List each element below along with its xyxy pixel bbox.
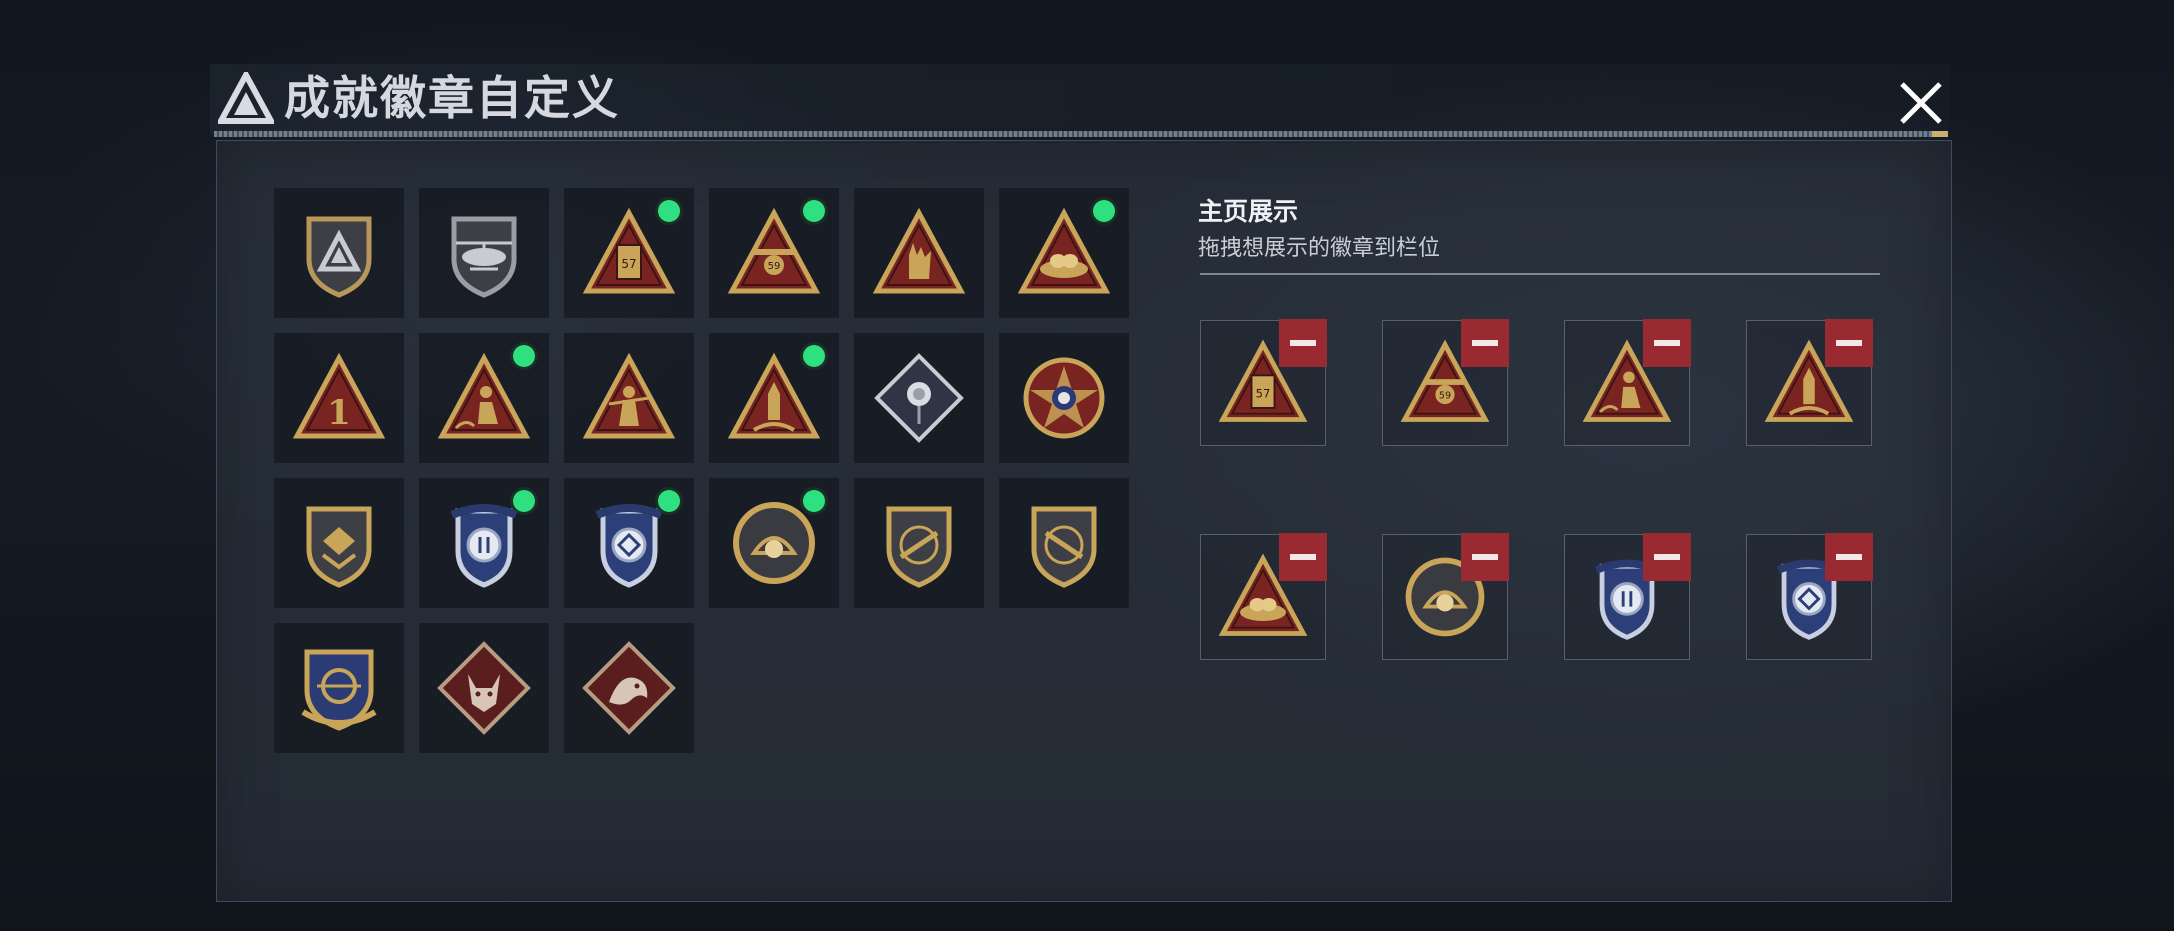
new-indicator-dot: [513, 490, 535, 512]
svg-text:1: 1: [327, 393, 351, 433]
badge-cell[interactable]: [419, 623, 549, 753]
showcase-slot[interactable]: [1382, 533, 1509, 660]
badge-cell[interactable]: [709, 478, 839, 608]
header-divider-accent: [1932, 131, 1948, 137]
new-indicator-dot: [803, 490, 825, 512]
wolf-diamond-badge-icon: [437, 641, 531, 735]
showcase-slot[interactable]: [1564, 319, 1691, 446]
hand-sign-badge-icon: [872, 207, 966, 294]
minus-icon[interactable]: [1643, 319, 1691, 367]
showcase-slot[interactable]: 59: [1382, 319, 1509, 446]
badge-cell[interactable]: [274, 623, 404, 753]
chevron-shield-badge-icon: [306, 506, 372, 588]
showcase-title: 主页展示: [1198, 197, 1299, 226]
svg-text:57: 57: [621, 257, 636, 271]
dragon-diamond-badge-icon: [582, 641, 676, 735]
close-icon[interactable]: [1890, 72, 1952, 134]
agency-shield-emblem-icon: [306, 216, 372, 298]
minus-icon[interactable]: [1825, 533, 1873, 581]
badge-cell[interactable]: [419, 478, 549, 608]
minus-icon[interactable]: [1825, 319, 1873, 367]
badge-cell[interactable]: [419, 333, 549, 463]
badge-cell[interactable]: 59: [709, 188, 839, 318]
badge-cell[interactable]: [564, 623, 694, 753]
showcase-slot[interactable]: [1200, 533, 1327, 660]
agency-logo-icon: [218, 72, 274, 124]
minus-icon[interactable]: [1279, 533, 1327, 581]
dialog-title: 成就徽章自定义: [284, 71, 620, 125]
rifle-shield-a-icon: [886, 506, 952, 588]
skull-star-medal-icon: [1023, 357, 1105, 439]
minus-icon[interactable]: [1279, 319, 1327, 367]
showcase-slot[interactable]: 57: [1200, 319, 1327, 446]
crosshair-crest-badge-icon: [301, 649, 377, 731]
rose-diamond-badge-icon: [874, 353, 964, 443]
rifle-shield-b-icon: [1031, 506, 1097, 588]
svg-text:59: 59: [768, 261, 781, 272]
new-indicator-dot: [513, 345, 535, 367]
svg-text:59: 59: [1439, 390, 1451, 401]
helicopter-badge-icon: [451, 216, 517, 298]
new-indicator-dot: [658, 200, 680, 222]
badge-cell[interactable]: [999, 333, 1129, 463]
minus-icon[interactable]: [1461, 533, 1509, 581]
badge-cell[interactable]: 1: [274, 333, 404, 463]
showcase-divider: [1200, 273, 1880, 275]
badge-cell[interactable]: [999, 478, 1129, 608]
header-divider: [214, 131, 1948, 137]
badge-cell[interactable]: [854, 333, 984, 463]
number-one-badge-icon: 1: [292, 352, 386, 439]
minus-icon[interactable]: [1643, 533, 1691, 581]
badge-cell[interactable]: [274, 188, 404, 318]
new-indicator-dot: [803, 345, 825, 367]
showcase-slot[interactable]: [1746, 319, 1873, 446]
badge-cell[interactable]: 57: [564, 188, 694, 318]
new-indicator-dot: [1093, 200, 1115, 222]
badge-cell[interactable]: [419, 188, 549, 318]
badge-cell[interactable]: [854, 478, 984, 608]
badge-cell[interactable]: [564, 333, 694, 463]
soldier-badge-icon: [582, 352, 676, 439]
badge-cell[interactable]: [274, 478, 404, 608]
showcase-subtitle: 拖拽想展示的徽章到栏位: [1198, 236, 1441, 261]
svg-text:57: 57: [1256, 386, 1271, 400]
badge-cell[interactable]: [999, 188, 1129, 318]
showcase-slot[interactable]: [1564, 533, 1691, 660]
badge-cell[interactable]: [854, 188, 984, 318]
badge-cell[interactable]: [564, 478, 694, 608]
new-indicator-dot: [658, 490, 680, 512]
badge-grid: 57 59 1: [274, 188, 1129, 753]
new-indicator-dot: [803, 200, 825, 222]
minus-icon[interactable]: [1461, 319, 1509, 367]
showcase-slot[interactable]: [1746, 533, 1873, 660]
badge-cell[interactable]: [709, 333, 839, 463]
